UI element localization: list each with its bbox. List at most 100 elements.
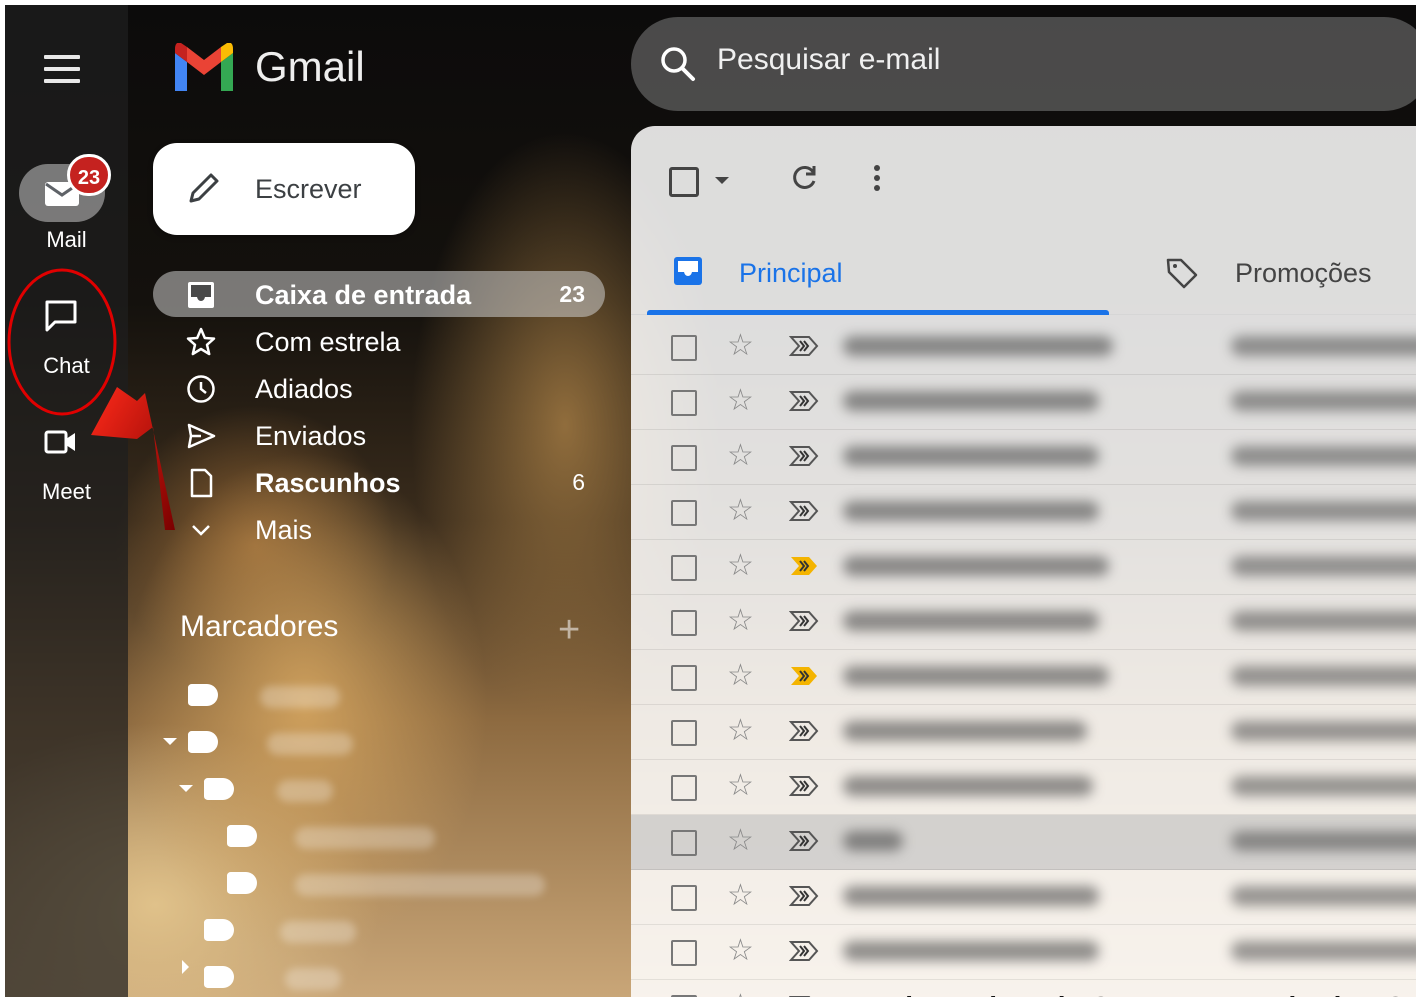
nav-item-inbox[interactable]: Caixa de entrada 23 xyxy=(153,271,605,317)
nav-item-drafts[interactable]: Rascunhos 6 xyxy=(153,459,605,505)
row-sender xyxy=(843,556,1109,576)
row-checkbox[interactable] xyxy=(671,830,697,856)
label-name[interactable] xyxy=(280,921,356,943)
refresh-icon[interactable] xyxy=(789,163,819,193)
label-name[interactable] xyxy=(277,780,333,802)
search-icon[interactable] xyxy=(659,45,697,83)
star-icon[interactable]: ☆ xyxy=(727,494,754,528)
email-row[interactable]: ☆ xyxy=(631,925,1416,980)
caret-down-icon[interactable] xyxy=(163,738,177,745)
important-marker-icon[interactable] xyxy=(789,885,819,907)
important-marker-icon[interactable] xyxy=(789,775,819,797)
star-icon[interactable]: ☆ xyxy=(727,604,754,638)
important-marker-icon[interactable] xyxy=(789,500,819,522)
label-tag-icon[interactable] xyxy=(227,872,257,894)
star-icon[interactable]: ☆ xyxy=(727,329,754,363)
label-name[interactable] xyxy=(260,686,340,708)
star-icon[interactable]: ☆ xyxy=(727,384,754,418)
plus-icon[interactable]: + xyxy=(558,609,580,652)
email-row[interactable]: ☆ xyxy=(631,760,1416,815)
email-row[interactable]: ☆ xyxy=(631,320,1416,375)
star-icon[interactable]: ☆ xyxy=(727,659,754,693)
mail-unread-badge: 23 xyxy=(67,154,111,196)
important-marker-icon[interactable] xyxy=(789,720,819,742)
tab-principal[interactable]: Principal xyxy=(647,236,1109,314)
important-marker-icon[interactable] xyxy=(789,555,819,577)
select-all-checkbox[interactable] xyxy=(669,167,699,197)
gmail-logo xyxy=(175,43,233,91)
app-rail: 23 Mail Chat Meet xyxy=(5,5,128,997)
email-row[interactable]: ☆ xyxy=(631,650,1416,705)
important-marker-icon[interactable] xyxy=(789,830,819,852)
row-checkbox[interactable] xyxy=(671,335,697,361)
row-subject xyxy=(1231,666,1416,686)
star-icon[interactable]: ☆ xyxy=(727,549,754,583)
star-icon[interactable]: ☆ xyxy=(727,989,754,997)
nav-label-drafts: Rascunhos xyxy=(255,468,401,498)
row-checkbox[interactable] xyxy=(671,885,697,911)
star-icon[interactable]: ☆ xyxy=(727,934,754,968)
email-row[interactable]: ☆ xyxy=(631,595,1416,650)
search-bar[interactable] xyxy=(631,17,1416,111)
label-tag-icon[interactable] xyxy=(204,778,234,800)
row-checkbox[interactable] xyxy=(671,775,697,801)
star-icon[interactable]: ☆ xyxy=(727,714,754,748)
star-icon[interactable]: ☆ xyxy=(727,879,754,913)
rail-mail-label: Mail xyxy=(46,227,87,252)
important-marker-icon[interactable] xyxy=(789,445,819,467)
label-tag-icon[interactable] xyxy=(188,684,218,706)
labels-section-title: Marcadores xyxy=(180,610,339,643)
email-row[interactable]: ☆ #UntimaBabuttain C... Monitoria DC... xyxy=(631,980,1416,997)
email-row[interactable]: ☆ xyxy=(631,540,1416,595)
row-checkbox[interactable] xyxy=(671,720,697,746)
row-subject xyxy=(1231,336,1416,356)
nav-item-starred[interactable]: Com estrela xyxy=(153,318,605,364)
important-marker-icon[interactable] xyxy=(789,610,819,632)
nav-item-sent[interactable]: Enviados xyxy=(153,412,605,458)
caret-right-icon[interactable] xyxy=(182,960,189,974)
label-name[interactable] xyxy=(267,733,353,755)
select-options-caret[interactable] xyxy=(715,177,729,184)
star-icon[interactable]: ☆ xyxy=(727,769,754,803)
star-icon[interactable]: ☆ xyxy=(727,439,754,473)
important-marker-icon[interactable] xyxy=(789,335,819,357)
main-menu-button[interactable] xyxy=(42,49,82,89)
compose-button[interactable]: Escrever xyxy=(153,143,415,235)
search-input[interactable] xyxy=(717,43,1317,77)
more-vert-icon[interactable] xyxy=(871,163,883,193)
label-tag-icon[interactable] xyxy=(227,825,257,847)
nav-item-more[interactable]: Mais xyxy=(153,506,605,552)
row-checkbox[interactable] xyxy=(671,665,697,691)
email-row[interactable]: ☆ xyxy=(631,485,1416,540)
label-tag-icon[interactable] xyxy=(188,731,218,753)
row-checkbox[interactable] xyxy=(671,555,697,581)
label-tag-icon[interactable] xyxy=(204,966,234,988)
row-sender xyxy=(843,721,1087,741)
label-tag-icon[interactable] xyxy=(204,919,234,941)
row-sender xyxy=(843,666,1109,686)
inbox-icon xyxy=(188,282,214,308)
email-row[interactable]: ☆ xyxy=(631,815,1416,870)
email-row[interactable]: ☆ xyxy=(631,375,1416,430)
label-name[interactable] xyxy=(295,827,435,849)
nav-label-snoozed: Adiados xyxy=(255,374,353,404)
email-row[interactable]: ☆ xyxy=(631,430,1416,485)
tab-label-principal: Principal xyxy=(739,258,843,288)
row-checkbox[interactable] xyxy=(671,610,697,636)
star-icon[interactable]: ☆ xyxy=(727,824,754,858)
caret-down-icon[interactable] xyxy=(179,785,193,792)
nav-label-inbox: Caixa de entrada xyxy=(255,280,472,310)
row-checkbox[interactable] xyxy=(671,500,697,526)
label-name[interactable] xyxy=(295,874,545,896)
important-marker-icon[interactable] xyxy=(789,665,819,687)
row-checkbox[interactable] xyxy=(671,940,697,966)
tab-promocoes[interactable]: Promoções xyxy=(1151,236,1416,314)
email-row[interactable]: ☆ xyxy=(631,870,1416,925)
label-name[interactable] xyxy=(285,968,341,990)
email-row[interactable]: ☆ xyxy=(631,705,1416,760)
important-marker-icon[interactable] xyxy=(789,390,819,412)
nav-item-snoozed[interactable]: Adiados xyxy=(153,365,605,411)
row-checkbox[interactable] xyxy=(671,445,697,471)
row-checkbox[interactable] xyxy=(671,390,697,416)
important-marker-icon[interactable] xyxy=(789,940,819,962)
